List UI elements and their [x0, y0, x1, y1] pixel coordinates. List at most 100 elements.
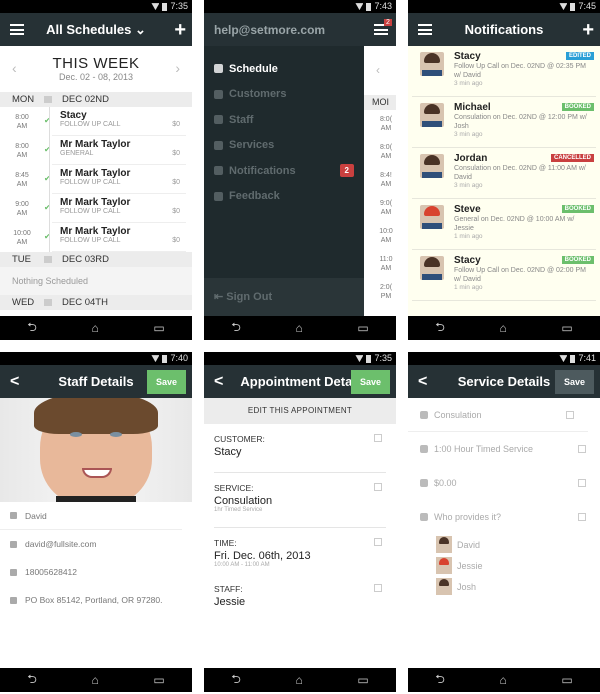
- staff-field[interactable]: STAFF: Jessie: [204, 568, 396, 608]
- service-name-field[interactable]: Consulation: [408, 398, 588, 432]
- peek-time: 8:4! AM: [380, 172, 392, 188]
- sign-out-button[interactable]: ⇤ Sign Out: [204, 278, 364, 316]
- home-icon[interactable]: ⌂: [92, 321, 99, 335]
- drawer-item-label: Staff: [229, 113, 254, 126]
- notification-item[interactable]: Steve General on Dec. 02ND @ 10:00 AM w/…: [412, 199, 596, 250]
- peek-time: 10:0 AM: [379, 228, 393, 244]
- recents-icon[interactable]: ▭: [153, 321, 164, 335]
- staff-name-field[interactable]: David: [0, 502, 182, 530]
- service-details-screen: 7:41 < Service Details Save Consulation …: [408, 352, 600, 692]
- back-icon[interactable]: ⮌: [231, 318, 241, 339]
- peek-time: 8:0( AM: [379, 116, 393, 132]
- recents-icon[interactable]: ▭: [153, 673, 164, 687]
- page-title: Service Details: [457, 374, 551, 389]
- customer-field[interactable]: CUSTOMER: Stacy: [214, 424, 386, 473]
- edit-icon[interactable]: [374, 584, 382, 592]
- back-arrow-icon[interactable]: <: [214, 373, 223, 391]
- drawer-item-services[interactable]: Services: [204, 133, 364, 159]
- appointment-row[interactable]: 8:45 AM ✔ Mr Mark Taylor FOLLOW UP CALL $…: [0, 165, 192, 194]
- prev-week-icon[interactable]: ‹: [12, 60, 17, 76]
- add-icon[interactable]: +: [582, 20, 594, 40]
- staff-address-field[interactable]: PO Box 85142, Portland, OR 97280.: [0, 586, 192, 614]
- home-icon[interactable]: ⌂: [500, 673, 507, 687]
- back-arrow-icon[interactable]: <: [10, 373, 19, 391]
- providers-label: Who provides it?: [434, 512, 502, 522]
- schedule-selector[interactable]: All Schedules ⌄: [46, 22, 146, 38]
- week-title: THIS WEEK: [52, 55, 140, 72]
- edit-icon[interactable]: [578, 445, 586, 453]
- staff-phone-field[interactable]: 18005628412: [0, 558, 192, 586]
- service-name: FOLLOW UP CALL: [60, 179, 121, 186]
- avatar: [436, 578, 452, 595]
- edit-icon[interactable]: [566, 410, 574, 419]
- service-field[interactable]: SERVICE: Consulation 1hr Timed Service: [214, 473, 386, 528]
- back-icon[interactable]: ⮌: [435, 670, 445, 691]
- status-badge: BOOKED: [561, 103, 594, 111]
- back-icon[interactable]: ⮌: [27, 318, 37, 339]
- customer-name: Stacy: [60, 110, 87, 121]
- staff-email-field[interactable]: david@fullsite.com: [0, 530, 192, 558]
- home-icon[interactable]: ⌂: [296, 321, 303, 335]
- edit-icon[interactable]: [374, 538, 382, 546]
- top-bar: Notifications +: [408, 13, 600, 46]
- provider-item[interactable]: David: [408, 534, 600, 555]
- customer-name: Mr Mark Taylor: [60, 197, 131, 208]
- save-button[interactable]: Save: [554, 369, 594, 394]
- prev-week-icon[interactable]: ‹: [376, 63, 380, 77]
- schedule-icon: [214, 64, 223, 74]
- day-header: WED DEC 04TH: [0, 295, 192, 310]
- day-header: MOI: [364, 95, 396, 110]
- edit-icon[interactable]: [374, 434, 382, 442]
- edit-icon[interactable]: [578, 513, 586, 521]
- back-arrow-icon[interactable]: <: [418, 373, 427, 391]
- day-date: DEC 04TH: [62, 297, 108, 308]
- next-week-icon[interactable]: ›: [175, 60, 180, 76]
- add-icon[interactable]: +: [174, 20, 186, 40]
- phone-icon: [10, 568, 17, 576]
- providers-field[interactable]: Who provides it?: [408, 500, 600, 534]
- status-badge: BOOKED: [561, 205, 594, 213]
- recents-icon[interactable]: ▭: [357, 321, 368, 335]
- notification-desc: Consulation on Dec. 02ND @ 12:00 PM w/ J…: [454, 114, 587, 130]
- notification-item[interactable]: Jordan Consulation on Dec. 02ND @ 11:00 …: [412, 148, 596, 199]
- timestamp: 1 min ago: [454, 284, 483, 291]
- recents-icon[interactable]: ▭: [561, 321, 572, 335]
- save-button[interactable]: Save: [350, 369, 390, 394]
- provider-item[interactable]: Josh: [408, 576, 600, 597]
- week-range: Dec. 02 - 08, 2013: [58, 72, 134, 82]
- notification-item[interactable]: Stacy Follow Up Call on Dec. 02ND @ 02:3…: [412, 46, 596, 97]
- notification-item[interactable]: Michael Consulation on Dec. 02ND @ 12:00…: [412, 97, 596, 148]
- duration-field[interactable]: 1:00 Hour Timed Service: [408, 432, 600, 466]
- home-icon[interactable]: ⌂: [92, 673, 99, 687]
- staff-photo[interactable]: [0, 398, 192, 502]
- home-icon[interactable]: ⌂: [500, 321, 507, 335]
- drawer-item-customers[interactable]: Customers: [204, 82, 364, 108]
- drawer-item-notifications[interactable]: Notifications 2: [204, 158, 364, 184]
- home-icon[interactable]: ⌂: [296, 673, 303, 687]
- schedule-peek[interactable]: 2 ‹ MOI 8:0( AM 8:0( AM 8:4! AM 9:0( AM 10:0…: [364, 13, 396, 316]
- appointment-row[interactable]: 10:00 AM ✔ Mr Mark Taylor FOLLOW UP CALL …: [0, 223, 192, 252]
- drawer-item-staff[interactable]: Staff: [204, 107, 364, 133]
- provider-item[interactable]: Jessie: [408, 555, 600, 576]
- edit-icon[interactable]: [578, 479, 586, 487]
- price-field[interactable]: $0.00: [408, 466, 600, 500]
- account-email: help@setmore.com: [204, 13, 364, 46]
- appointment-row[interactable]: 8:00 AM ✔ Mr Mark Taylor GENERAL $0: [0, 136, 192, 165]
- edit-appointment-header: EDIT THIS APPOINTMENT: [204, 398, 396, 424]
- back-icon[interactable]: ⮌: [27, 670, 37, 691]
- menu-icon[interactable]: [418, 24, 432, 35]
- drawer-item-feedback[interactable]: Feedback: [204, 184, 364, 210]
- appointment-row[interactable]: 9:00 AM ✔ Mr Mark Taylor FOLLOW UP CALL $…: [0, 194, 192, 223]
- back-icon[interactable]: ⮌: [231, 670, 241, 691]
- back-icon[interactable]: ⮌: [435, 318, 445, 339]
- menu-icon[interactable]: [10, 24, 24, 35]
- appointment-row[interactable]: 8:00 AM ✔ Stacy FOLLOW UP CALL $0: [0, 107, 192, 136]
- recents-icon[interactable]: ▭: [561, 673, 572, 687]
- drawer-item-schedule[interactable]: Schedule: [204, 56, 364, 82]
- recents-icon[interactable]: ▭: [357, 673, 368, 687]
- notification-item[interactable]: Stacy Follow Up Call on Dec. 02ND @ 02:0…: [412, 250, 596, 301]
- schedule-screen: 7:35 All Schedules ⌄ + ‹ THIS WEEK Dec. …: [0, 0, 192, 340]
- time-field[interactable]: TIME: Fri. Dec. 06th, 2013 10:00 AM - 11:0…: [204, 528, 396, 568]
- save-button[interactable]: Save: [146, 369, 186, 394]
- edit-icon[interactable]: [374, 483, 382, 491]
